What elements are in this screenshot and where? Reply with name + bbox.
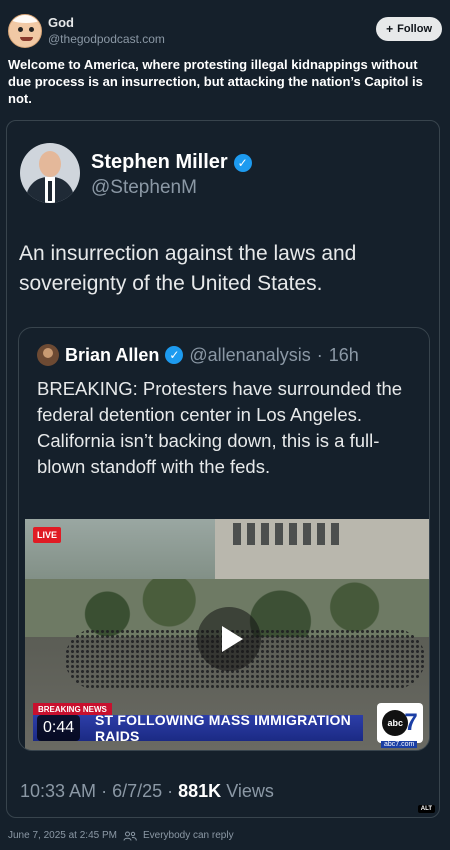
reply-setting: Everybody can reply	[142, 830, 234, 841]
author-name[interactable]: God	[48, 15, 74, 30]
abc-url: abc7.com	[381, 741, 418, 748]
nested-author-avatar[interactable]	[37, 344, 59, 366]
views-label: Views	[226, 781, 274, 801]
follow-label: Follow	[397, 23, 432, 35]
play-icon	[221, 626, 243, 652]
author-avatar[interactable]	[8, 14, 42, 48]
chyron-text: ST FOLLOWING MASS IMMIGRATION RAIDS	[95, 712, 351, 744]
nested-author-row: Brian Allen ✓ @allenanalysis · 16h	[37, 344, 359, 366]
separator-dot: ·	[316, 344, 323, 365]
nested-post-text: BREAKING: Protesters have surrounded the…	[37, 378, 403, 477]
post-timestamp[interactable]: June 7, 2025 at 2:45 PM	[8, 830, 117, 841]
nested-quoted-post[interactable]: Brian Allen ✓ @allenanalysis · 16h BREAK…	[18, 327, 430, 751]
verified-badge-icon: ✓	[233, 153, 252, 172]
post-footer: June 7, 2025 at 2:45 PM Everybody can re…	[8, 830, 234, 841]
nested-author-name[interactable]: Brian Allen	[65, 345, 159, 366]
quoted-post-time[interactable]: 10:33 AM	[20, 781, 96, 801]
post-text: Welcome to America, where protesting ill…	[8, 57, 423, 106]
quoted-author-handle[interactable]: @StephenM	[91, 177, 197, 199]
quoted-post-meta: 10:33 AM · 6/7/25 · 881K Views	[20, 781, 274, 801]
nested-post-age: 16h	[328, 344, 359, 365]
video-duration: 0:44	[37, 715, 81, 741]
post-header: God @thegodpodcast.com + Follow	[8, 10, 442, 50]
video-player[interactable]: LIVE BREAKING NEWS ST FOLLOWING MASS IMM…	[25, 519, 429, 750]
people-icon	[123, 831, 137, 841]
author-handle[interactable]: @thegodpodcast.com	[48, 32, 165, 46]
live-badge: LIVE	[33, 527, 62, 543]
follow-button[interactable]: + Follow	[376, 17, 442, 41]
views-count: 881K	[178, 781, 222, 801]
alt-badge[interactable]: ALT	[417, 805, 435, 813]
verified-badge-icon: ✓	[165, 346, 184, 364]
quoted-author-avatar[interactable]	[20, 143, 80, 203]
plus-icon: +	[386, 22, 394, 36]
quoted-post[interactable]: Stephen Miller ✓ @StephenM An insurrecti…	[6, 120, 440, 818]
play-button[interactable]	[197, 607, 261, 671]
quoted-author-name-row: Stephen Miller ✓	[91, 151, 252, 174]
news-chyron: ST FOLLOWING MASS IMMIGRATION RAIDS	[33, 712, 363, 744]
nested-author-handle[interactable]: @allenanalysis	[189, 345, 310, 366]
abc7-logo: abc 7	[377, 703, 423, 743]
quoted-author-name[interactable]: Stephen Miller	[91, 151, 228, 174]
quoted-post-text: An insurrection against the laws and sov…	[19, 242, 357, 295]
quoted-post-date[interactable]: 6/7/25	[112, 781, 162, 801]
abc-logo-number: 7	[404, 709, 418, 736]
